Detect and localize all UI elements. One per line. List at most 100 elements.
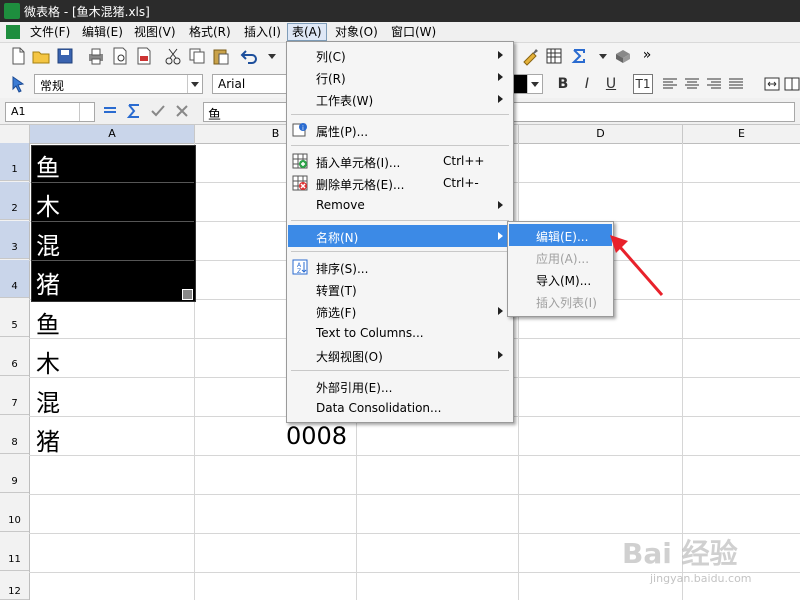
row-header-3[interactable]: 3 — [0, 221, 29, 259]
select-all-corner[interactable] — [0, 125, 30, 143]
menu-item-insert-cells[interactable]: 插入单元格(I)... Ctrl++ — [288, 150, 512, 172]
cell-a7[interactable]: 混 — [36, 383, 60, 418]
insert-cells-icon — [292, 153, 308, 169]
object-icon[interactable] — [613, 46, 633, 66]
row-header-1[interactable]: 1 — [0, 143, 29, 181]
align-right-icon[interactable] — [704, 74, 724, 94]
menu-item-name[interactable]: 名称(N) — [288, 225, 512, 247]
delete-cells-icon — [292, 175, 308, 191]
format-painter-icon[interactable] — [520, 46, 540, 66]
menu-item-outline-view[interactable]: 大纲视图(O) — [288, 344, 512, 366]
menu-item-delete-cells[interactable]: 删除单元格(E)... Ctrl+- — [288, 172, 512, 194]
row-header-8[interactable]: 8 — [0, 416, 29, 454]
justify-icon[interactable] — [726, 74, 746, 94]
menu-item-remove[interactable]: Remove — [288, 194, 512, 216]
submenu-item-edit[interactable]: 编辑(E)... — [509, 224, 612, 246]
export-pdf-icon[interactable] — [134, 46, 154, 66]
cell-a3[interactable]: 混 — [36, 226, 60, 261]
open-folder-icon[interactable] — [31, 46, 51, 66]
submenu-arrow-icon — [498, 51, 503, 59]
paste-icon[interactable] — [211, 46, 231, 66]
menu-item-filter[interactable]: 筛选(F) — [288, 300, 512, 322]
row-header-5[interactable]: 5 — [0, 299, 29, 337]
column-header-a[interactable]: A — [30, 125, 195, 143]
font-name-select[interactable]: Arial — [212, 74, 289, 94]
cell-reference-box[interactable]: A1 — [5, 102, 95, 122]
undo-dropdown-icon[interactable] — [262, 46, 282, 66]
row-header-2[interactable]: 2 — [0, 182, 29, 220]
row-header-7[interactable]: 7 — [0, 377, 29, 415]
t1-button[interactable]: T1 — [633, 74, 653, 94]
underline-button[interactable]: U — [601, 74, 621, 94]
sum-icon[interactable] — [124, 101, 144, 121]
cell-a8[interactable]: 猪 — [36, 422, 60, 457]
print-preview-icon[interactable] — [110, 46, 130, 66]
italic-button[interactable]: I — [577, 74, 597, 94]
submenu-arrow-icon — [498, 232, 503, 240]
border-icon[interactable] — [782, 74, 800, 94]
print-icon[interactable] — [86, 46, 106, 66]
cut-icon[interactable] — [163, 46, 183, 66]
function-list-icon[interactable] — [100, 101, 120, 121]
submenu-item-import[interactable]: 导入(M)... — [509, 268, 612, 290]
row-header-11[interactable]: 11 — [0, 533, 29, 571]
menu-item-external-refs[interactable]: 外部引用(E)... — [288, 375, 512, 397]
menu-insert[interactable]: 插入(I) — [240, 24, 285, 40]
menu-item-sort[interactable]: AZ 排序(S)... — [288, 256, 512, 278]
row-header-12[interactable]: 12 — [0, 572, 29, 600]
menu-item-data-consolidation[interactable]: Data Consolidation... — [288, 397, 512, 419]
new-file-icon[interactable] — [8, 46, 28, 66]
select-pointer-icon[interactable] — [8, 74, 28, 94]
cell-b8[interactable]: 0008 — [286, 422, 347, 450]
align-left-icon[interactable] — [660, 74, 680, 94]
watermark-url: jingyan.baidu.com — [650, 572, 752, 585]
bold-button[interactable]: B — [553, 74, 573, 94]
more-tools-icon[interactable]: » — [637, 46, 657, 66]
row-header-6[interactable]: 6 — [0, 338, 29, 376]
chevron-down-icon[interactable] — [187, 75, 202, 93]
menu-item-properties[interactable]: i 属性(P)... — [288, 119, 512, 141]
cancel-formula-icon[interactable] — [172, 101, 192, 121]
cell-a6[interactable]: 木 — [36, 344, 60, 379]
copy-icon[interactable] — [187, 46, 207, 66]
accept-formula-icon[interactable] — [148, 101, 168, 121]
submenu-item-insert-list: 插入列表(I) — [536, 296, 597, 310]
menu-item-row[interactable]: 行(R) — [288, 66, 512, 88]
chart-icon[interactable] — [544, 46, 564, 66]
menu-file[interactable]: 文件(F) — [26, 24, 74, 40]
title-bar: 微表格 - [鱼木混猪.xls] — [0, 0, 800, 22]
menu-table[interactable]: 表(A) — [287, 23, 327, 41]
formula-sum-icon[interactable] — [570, 46, 590, 66]
menu-item-text-to-columns[interactable]: Text to Columns... — [288, 322, 512, 344]
save-icon[interactable] — [55, 46, 75, 66]
align-center-icon[interactable] — [682, 74, 702, 94]
watermark-logo: Bai 经验 — [622, 537, 738, 570]
row-header-4[interactable]: 4 — [0, 260, 29, 298]
row-header-9[interactable]: 9 — [0, 455, 29, 493]
cell-style-select[interactable]: 常规 — [34, 74, 203, 94]
fill-handle[interactable] — [182, 289, 193, 300]
cell-a2[interactable]: 木 — [36, 187, 60, 222]
menu-item-transpose[interactable]: 转置(T) — [288, 278, 512, 300]
cell-a5[interactable]: 鱼 — [36, 305, 60, 340]
cell-a1[interactable]: 鱼 — [36, 148, 60, 183]
app-menu-icon[interactable] — [6, 25, 20, 39]
cell-a4[interactable]: 猪 — [36, 265, 60, 300]
column-header-e[interactable]: E — [683, 125, 800, 143]
undo-icon[interactable] — [240, 46, 260, 66]
menu-item-worksheet[interactable]: 工作表(W) — [288, 88, 512, 110]
menu-object[interactable]: 对象(O) — [331, 24, 382, 40]
menu-window[interactable]: 窗口(W) — [387, 24, 440, 40]
chevron-down-icon[interactable] — [79, 103, 94, 121]
font-color-select[interactable] — [511, 74, 543, 94]
menu-edit[interactable]: 编辑(E) — [78, 24, 127, 40]
column-header-d[interactable]: D — [519, 125, 683, 143]
sort-icon: AZ — [292, 259, 308, 275]
menu-view[interactable]: 视图(V) — [130, 24, 180, 40]
menu-item-column[interactable]: 列(C) — [288, 44, 512, 66]
chevron-down-icon[interactable] — [527, 75, 542, 93]
merge-cells-icon[interactable] — [762, 74, 782, 94]
sum-dropdown-icon[interactable] — [593, 46, 613, 66]
row-header-10[interactable]: 10 — [0, 494, 29, 532]
menu-format[interactable]: 格式(R) — [185, 24, 235, 40]
